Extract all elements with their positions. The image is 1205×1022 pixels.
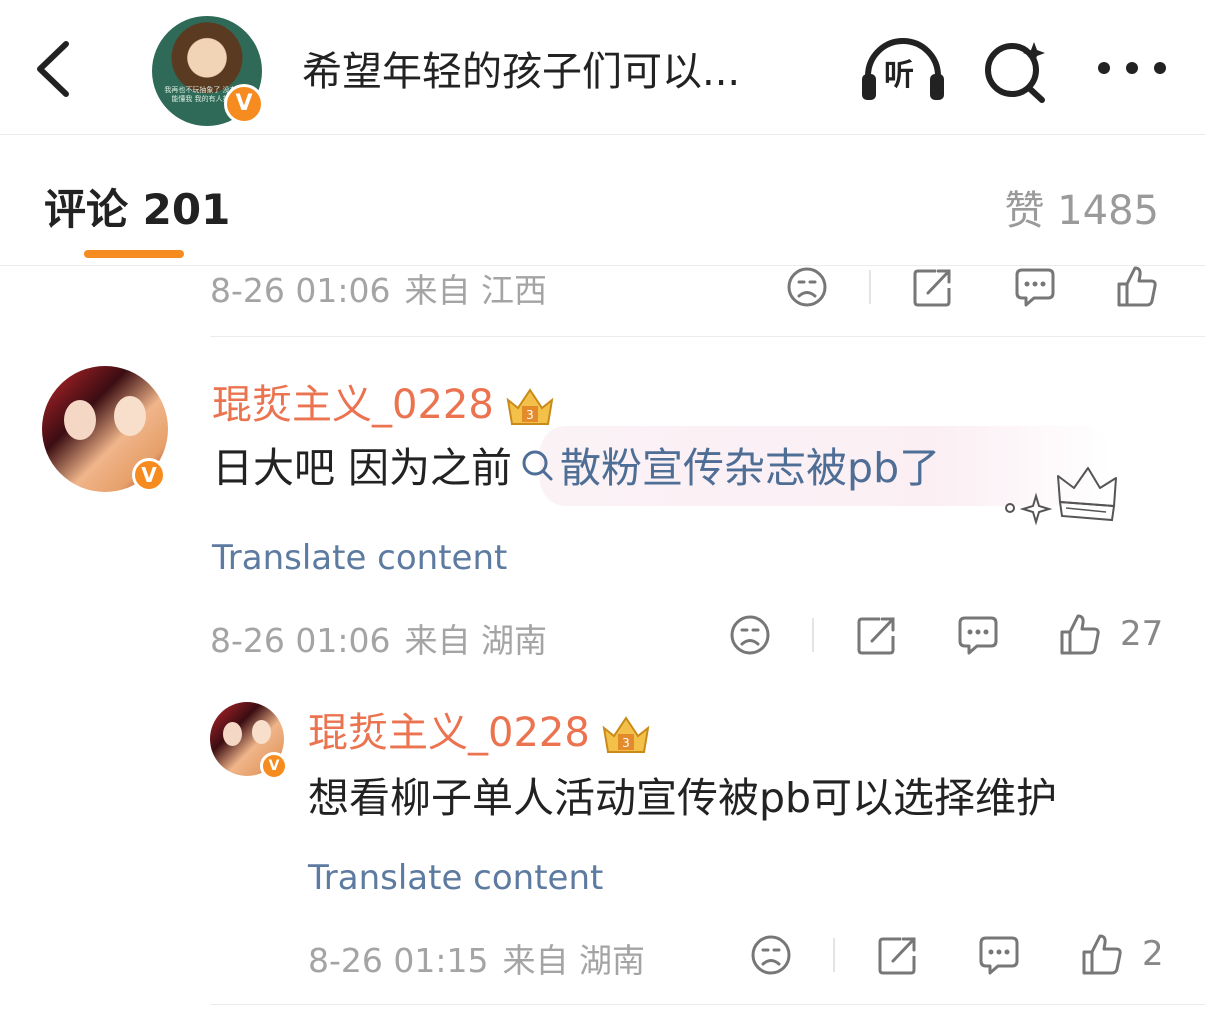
avatar[interactable]: V	[42, 366, 168, 492]
reply-button[interactable]	[957, 614, 999, 656]
reply-button[interactable]	[978, 934, 1020, 976]
dislike-icon	[751, 935, 791, 975]
comment-source: 来自 江西	[404, 271, 548, 310]
dislike-icon	[730, 615, 770, 655]
comment-time: 8-26 01:15	[308, 941, 489, 980]
username-text: 琨烲主义_0228	[212, 382, 494, 428]
back-icon	[37, 41, 69, 97]
comment-username[interactable]: 琨烲主义_0228 3	[212, 372, 558, 430]
like-button[interactable]	[1081, 932, 1123, 976]
like-count: 2	[1142, 934, 1164, 974]
avatar[interactable]: V	[210, 702, 288, 780]
like-icon	[1060, 614, 1100, 655]
svg-text:3: 3	[622, 736, 630, 750]
share-button[interactable]	[856, 614, 898, 656]
verified-badge: V	[260, 752, 288, 780]
back-button[interactable]	[30, 34, 80, 104]
topic-link[interactable]: 散粉宣传杂志被pb了	[560, 444, 940, 492]
share-button[interactable]	[912, 266, 954, 308]
dislike-icon	[787, 267, 827, 307]
comment-divider	[210, 1004, 1205, 1005]
verified-badge: V	[224, 84, 264, 124]
post-author-avatar[interactable]: 我再也不玩抽象了 没有人能懂我 我的有人担我 V	[152, 16, 264, 126]
verified-badge: V	[132, 458, 166, 492]
action-separator	[833, 938, 835, 972]
share-icon	[913, 269, 951, 307]
avatar-face	[252, 720, 271, 744]
like-button[interactable]	[1059, 612, 1101, 656]
avatar-face	[64, 400, 96, 440]
post-title[interactable]: 希望年轻的孩子们可以...	[302, 44, 740, 100]
active-tab-indicator	[84, 250, 184, 258]
sparkle-crown-icon	[1005, 467, 1117, 526]
svg-text:3: 3	[526, 408, 534, 422]
comment-source: 来自 湖南	[404, 621, 548, 660]
tab-comments[interactable]: 评论 201	[44, 176, 230, 237]
tab-likes[interactable]: 赞 1485	[1004, 178, 1159, 236]
translate-link[interactable]: Translate content	[308, 858, 603, 898]
reply-icon	[958, 616, 998, 655]
search-icon	[985, 42, 1045, 103]
like-count: 27	[1120, 614, 1164, 654]
comment-meta: 8-26 01:15 来自 湖南	[308, 934, 645, 982]
crown-badge-icon: 3	[602, 716, 650, 753]
dislike-button[interactable]	[729, 614, 771, 656]
more-button[interactable]	[1092, 48, 1172, 88]
share-icon	[857, 617, 895, 655]
action-separator	[869, 270, 871, 304]
search-topic-icon	[522, 450, 553, 481]
listen-button[interactable]: 听	[860, 36, 946, 102]
comment-time: 8-26 01:06	[210, 271, 391, 310]
share-button[interactable]	[877, 934, 919, 976]
like-button[interactable]	[1116, 264, 1158, 308]
dislike-button[interactable]	[750, 934, 792, 976]
action-separator	[812, 618, 814, 652]
listen-label: 听	[884, 58, 914, 93]
comment-username[interactable]: 琨烲主义_0228 3	[308, 700, 654, 758]
comment-meta: 8-26 01:06 来自 湖南	[210, 614, 547, 662]
search-button[interactable]	[982, 38, 1052, 104]
comment-time: 8-26 01:06	[210, 621, 391, 660]
translate-link[interactable]: Translate content	[212, 538, 507, 578]
crown-badge-icon: 3	[506, 388, 554, 425]
avatar-face	[223, 722, 242, 746]
comment-text: 日大吧 因为之前 散粉宣传杂志被pb了	[212, 440, 940, 496]
like-icon	[1117, 266, 1157, 307]
comment-text: 想看柳子单人活动宣传被pb可以选择维护	[308, 774, 1058, 822]
like-icon	[1082, 934, 1122, 975]
comment-divider	[210, 336, 1205, 337]
top-bar: 我再也不玩抽象了 没有人能懂我 我的有人担我 V 希望年轻的孩子们可以... 听	[0, 0, 1205, 135]
reply-icon	[979, 936, 1019, 975]
share-icon	[878, 937, 916, 975]
reply-button[interactable]	[1014, 266, 1056, 308]
dislike-button[interactable]	[786, 266, 828, 308]
more-icon	[1098, 62, 1166, 74]
comment-text-part: 日大吧 因为之前	[212, 444, 513, 492]
avatar-face	[114, 396, 146, 436]
comment-source: 来自 湖南	[502, 941, 646, 980]
reply-icon	[1015, 268, 1055, 307]
comment-tabs: 评论 201 赞 1485	[0, 136, 1205, 266]
prev-comment-meta: 8-26 01:06 来自 江西	[210, 264, 547, 312]
username-text: 琨烲主义_0228	[308, 710, 590, 756]
